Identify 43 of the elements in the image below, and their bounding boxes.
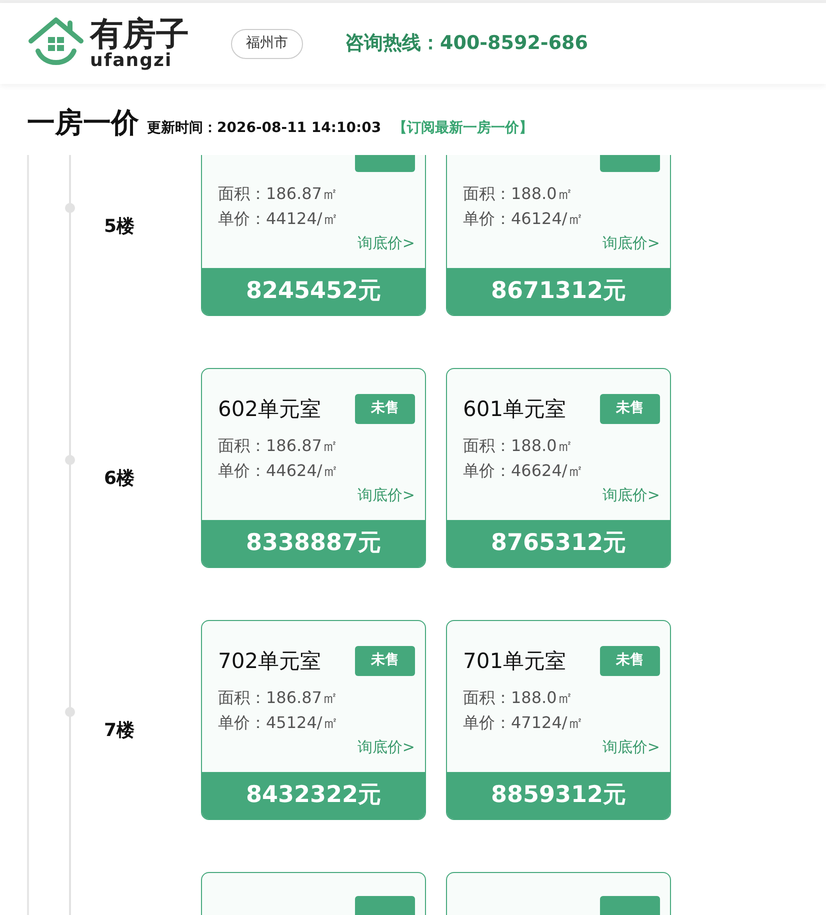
total-price-bar: 8338887元 [202,520,425,567]
status-tag: 未售 [355,646,415,676]
area-text: 面积：186.87㎡ [218,687,339,709]
unit-card[interactable]: 702单元室 未售 面积：186.87㎡ 单价：45124/㎡ 询底价> 8432322元 [201,620,426,820]
unit-price-text: 单价：46124/㎡ [463,208,584,230]
unit-price-text: 单价：44624/㎡ [218,460,340,482]
page-title: 一房一价 [27,109,139,137]
hotline-text: 咨询热线：400-8592-686 [345,31,588,56]
unit-price-text: 单价：47124/㎡ [463,712,584,734]
floor-label: 5楼 [104,215,135,239]
update-time: 更新时间：2026-08-11 14:10:03 [147,121,382,135]
unit-price-text: 单价：45124/㎡ [218,712,340,734]
city-selector[interactable]: 福州市 [231,28,303,58]
unit-card[interactable] [446,872,671,915]
floor-label: 7楼 [104,719,135,743]
unit-price-text: 单价：44124/㎡ [218,208,340,230]
total-price-bar: 8432322元 [202,772,425,819]
total-price-bar: 8765312元 [447,520,670,567]
area-text: 面积：188.0㎡ [463,687,574,709]
unit-price-text: 单价：46624/㎡ [463,460,584,482]
room-name: 702单元室 [218,648,322,674]
area-text: 面积：188.0㎡ [463,435,574,457]
status-tag: 未售 [355,394,415,424]
unit-card[interactable]: 面积：188.0㎡ 单价：46124/㎡ 询底价> 8671312元 [446,155,671,316]
floor-label: 6楼 [104,467,135,491]
room-name: 701单元室 [463,648,566,674]
status-tag: 未售 [600,394,660,424]
unit-card[interactable]: 面积：186.87㎡ 单价：44124/㎡ 询底价> 8245452元 [201,155,426,316]
logo-subtitle: ufangzi [90,50,174,70]
total-price-bar: 8245452元 [202,268,425,315]
logo-name: 有房子 [90,16,189,50]
unit-card[interactable]: 601单元室 未售 面积：188.0㎡ 单价：46624/㎡ 询底价> 8765312元 [446,368,671,568]
room-name: 602单元室 [218,396,322,422]
area-text: 面积：186.87㎡ [218,183,339,205]
unit-card[interactable]: 602单元室 未售 面积：186.87㎡ 单价：44624/㎡ 询底价> 8338887元 [201,368,426,568]
total-price-bar: 8671312元 [447,268,670,315]
area-text: 面积：188.0㎡ [463,183,574,205]
unit-card[interactable] [201,872,426,915]
status-tag: 未售 [600,646,660,676]
unit-card[interactable]: 701单元室 未售 面积：188.0㎡ 单价：47124/㎡ 询底价> 8859312元 [446,620,671,820]
total-price-bar: 8859312元 [447,772,670,819]
area-text: 面积：186.87㎡ [218,435,339,457]
room-name: 601单元室 [463,396,566,422]
